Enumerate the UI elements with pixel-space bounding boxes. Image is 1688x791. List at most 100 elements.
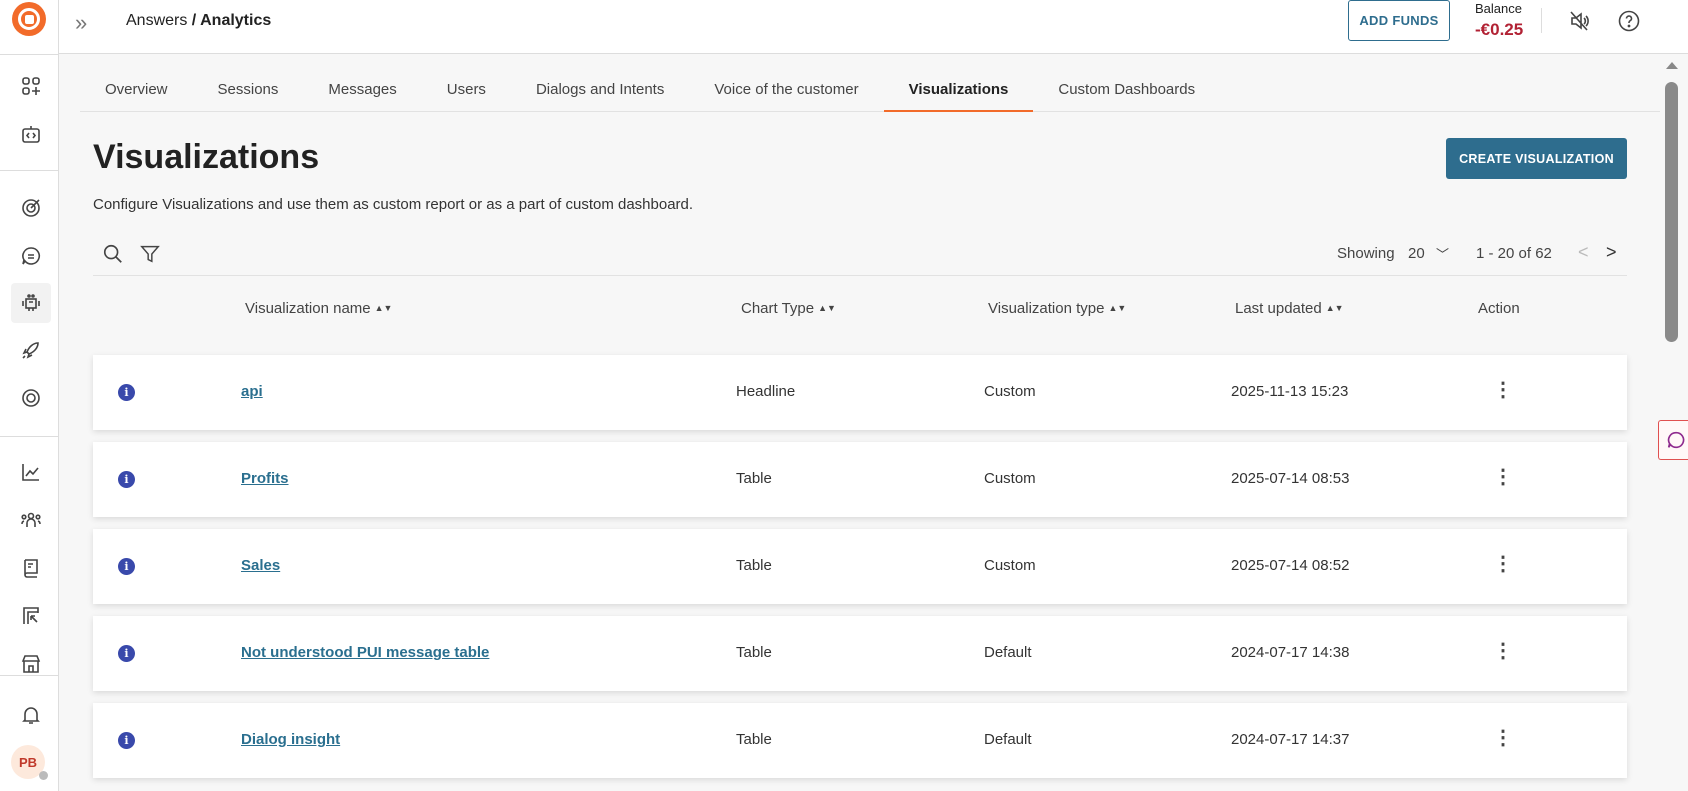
info-icon[interactable]: i (118, 645, 135, 662)
code-bot-icon[interactable] (11, 115, 51, 155)
last-updated: 2025-11-13 15:23 (1231, 383, 1349, 400)
visualization-name-link[interactable]: Not understood PUI message table (241, 644, 489, 661)
help-icon[interactable] (1617, 9, 1641, 33)
info-icon[interactable]: i (118, 384, 135, 401)
column-header-viz-type[interactable]: Visualization type ▲▼ (988, 300, 1126, 317)
avatar[interactable]: PB (11, 745, 48, 780)
create-visualization-button[interactable]: CREATE VISUALIZATION (1446, 138, 1627, 179)
column-header-name[interactable]: Visualization name ▲▼ (245, 300, 392, 317)
table-row: i Profits Table Custom 2025-07-14 08:53 … (93, 442, 1627, 517)
column-label: Last updated (1235, 300, 1322, 317)
store-icon[interactable] (11, 644, 51, 684)
table-row: i Sales Table Custom 2025-07-14 08:52 ⋮ (93, 529, 1627, 604)
balance-label: Balance (1475, 1, 1522, 16)
expand-sidebar-icon[interactable]: » (75, 10, 87, 36)
top-header: » Answers / Analytics ADD FUNDS Balance … (59, 0, 1688, 54)
more-actions-icon[interactable]: ⋮ (1493, 377, 1513, 402)
table-row: i Not understood PUI message table Table… (93, 616, 1627, 691)
tab-custom-dashboards[interactable]: Custom Dashboards (1033, 70, 1220, 112)
balance-value: -€0.25 (1475, 20, 1524, 39)
add-funds-button[interactable]: ADD FUNDS (1348, 0, 1450, 41)
tab-voice-of-customer[interactable]: Voice of the customer (689, 70, 883, 112)
analytics-tabs: Overview Sessions Messages Users Dialogs… (80, 70, 1660, 112)
last-updated: 2025-07-14 08:52 (1231, 557, 1350, 574)
prev-page-icon[interactable]: < (1578, 242, 1589, 263)
people-icon[interactable] (11, 500, 51, 540)
target-icon[interactable] (11, 188, 51, 228)
page-range: 1 - 20 of 62 (1476, 245, 1552, 262)
mute-icon[interactable] (1568, 9, 1592, 33)
sort-icon[interactable]: ▲▼ (1108, 303, 1126, 313)
page-size-select[interactable]: 20 (1408, 245, 1425, 262)
visualization-type: Custom (984, 383, 1036, 400)
breadcrumb-parent[interactable]: Answers (126, 12, 187, 29)
page-title: Visualizations (93, 138, 320, 176)
column-label: Visualization name (245, 300, 371, 317)
rocket-icon[interactable] (11, 330, 51, 370)
more-actions-icon[interactable]: ⋮ (1493, 464, 1513, 489)
bot-icon[interactable] (11, 283, 51, 323)
logo[interactable] (12, 2, 46, 36)
column-header-chart-type[interactable]: Chart Type ▲▼ (741, 300, 836, 317)
chart-type: Headline (736, 383, 796, 400)
visualization-name-link[interactable]: api (241, 383, 263, 400)
visualization-name-link[interactable]: Dialog insight (241, 731, 340, 748)
more-actions-icon[interactable]: ⋮ (1493, 551, 1513, 576)
tab-users[interactable]: Users (422, 70, 511, 112)
visualization-type: Default (984, 644, 1032, 661)
last-updated: 2025-07-14 08:53 (1231, 470, 1350, 487)
chart-type: Table (736, 557, 772, 574)
chart-type: Table (736, 470, 772, 487)
visualization-name-link[interactable]: Sales (241, 557, 280, 574)
page-description: Configure Visualizations and use them as… (93, 196, 694, 213)
table-row: i Dialog insight Table Default 2024-07-1… (93, 703, 1627, 778)
tab-messages[interactable]: Messages (303, 70, 421, 112)
tab-sessions[interactable]: Sessions (193, 70, 304, 112)
scrollbar-thumb[interactable] (1665, 82, 1678, 342)
analytics-icon[interactable] (11, 452, 51, 492)
scroll-up-icon[interactable] (1666, 62, 1678, 69)
chart-type: Table (736, 731, 772, 748)
column-label: Visualization type (988, 300, 1105, 317)
info-icon[interactable]: i (118, 732, 135, 749)
sort-icon[interactable]: ▲▼ (375, 303, 393, 313)
last-updated: 2024-07-17 14:38 (1231, 644, 1350, 661)
sort-icon[interactable]: ▲▼ (1326, 303, 1344, 313)
showing-label: Showing (1337, 245, 1395, 262)
info-icon[interactable]: i (118, 558, 135, 575)
chart-type: Table (736, 644, 772, 661)
visualization-type: Custom (984, 470, 1036, 487)
column-header-last-updated[interactable]: Last updated ▲▼ (1235, 300, 1344, 317)
last-updated: 2024-07-17 14:37 (1231, 731, 1350, 748)
column-label: Chart Type (741, 300, 815, 317)
bell-icon[interactable] (11, 695, 51, 735)
tab-dialogs-intents[interactable]: Dialogs and Intents (511, 70, 689, 112)
next-page-icon[interactable]: > (1606, 242, 1617, 263)
ai-swirl-icon[interactable] (11, 378, 51, 418)
column-header-action: Action (1478, 300, 1520, 317)
sort-icon[interactable]: ▲▼ (818, 303, 836, 313)
visualization-type: Default (984, 731, 1032, 748)
tab-visualizations[interactable]: Visualizations (883, 70, 1034, 112)
more-actions-icon[interactable]: ⋮ (1493, 638, 1513, 663)
visualization-name-link[interactable]: Profits (241, 470, 289, 487)
feedback-chat-icon (1667, 431, 1685, 449)
more-actions-icon[interactable]: ⋮ (1493, 725, 1513, 750)
breadcrumb-current: Analytics (200, 12, 272, 29)
tab-overview[interactable]: Overview (80, 70, 193, 112)
search-icon[interactable] (102, 243, 124, 265)
filter-icon[interactable] (139, 243, 161, 265)
chat-icon[interactable] (11, 236, 51, 276)
table-row: i api Headline Custom 2025-11-13 15:23 ⋮ (93, 355, 1627, 430)
feedback-tab[interactable] (1658, 420, 1688, 460)
apps-add-icon[interactable] (11, 66, 51, 106)
status-dot (39, 771, 48, 780)
export-icon[interactable] (11, 596, 51, 636)
chevron-down-icon[interactable]: ﹀ (1436, 244, 1449, 263)
breadcrumb: Answers / Analytics (126, 12, 271, 30)
breadcrumb-separator: / (187, 12, 201, 29)
avatar-initials: PB (18, 754, 38, 770)
info-icon[interactable]: i (118, 471, 135, 488)
visualization-type: Custom (984, 557, 1036, 574)
book-icon[interactable] (11, 548, 51, 588)
